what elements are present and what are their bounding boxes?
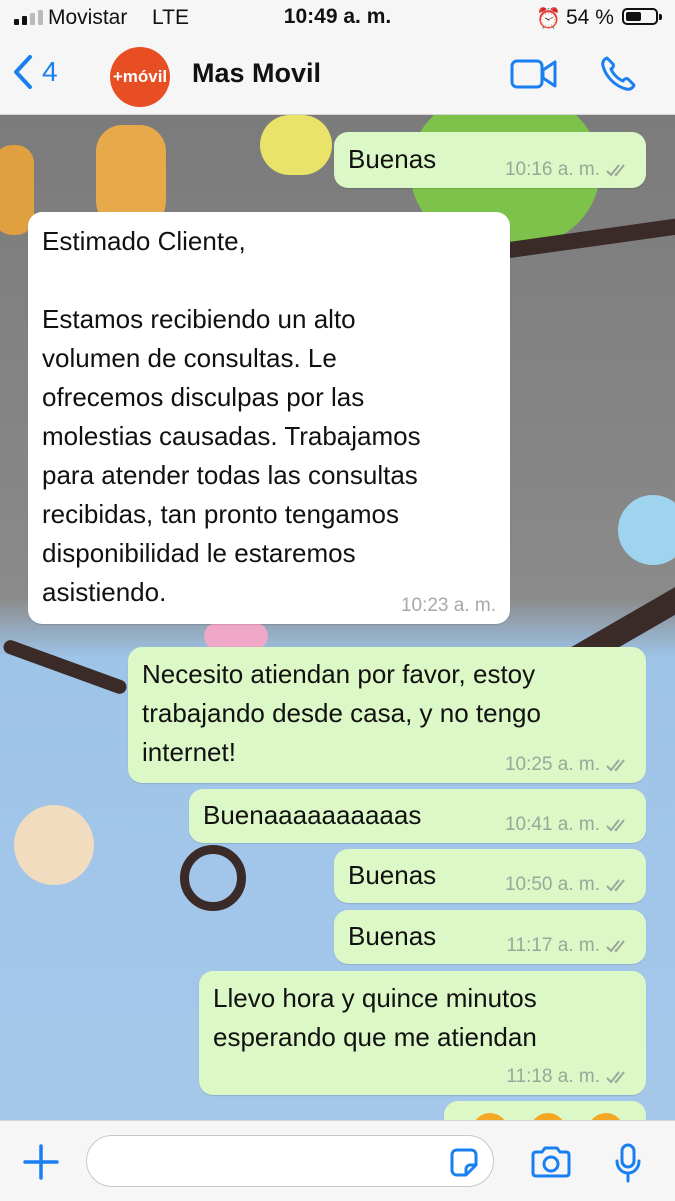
back-button[interactable]: 4 <box>12 54 58 90</box>
message-bubble[interactable]: Buenas 10:50 a. m. <box>334 849 646 903</box>
unread-count: 4 <box>42 56 58 87</box>
message-bubble[interactable]: Estimado Cliente, Estamos recibiendo un … <box>28 212 510 624</box>
avatar[interactable]: +móvil <box>110 47 170 107</box>
wallpaper-flower <box>618 495 675 565</box>
status-bar: Movistar LTE 10:49 a. m. ⏰ 54 % <box>0 0 675 38</box>
contact-name[interactable]: Mas Movil <box>192 58 321 89</box>
message-bubble[interactable]: Necesito atiendan por favor, estoy traba… <box>128 647 646 783</box>
plus-icon <box>23 1144 59 1180</box>
message-time: 10:41 a. m. <box>504 814 600 835</box>
message-bubble[interactable]: Buenaaaaaaaaaas 10:41 a. m. <box>189 789 646 843</box>
wallpaper-bird <box>260 115 332 175</box>
alarm-icon: ⏰ <box>536 8 561 30</box>
battery-percentage: 54 % <box>566 6 614 29</box>
message-time: 10:25 a. m. <box>504 754 600 775</box>
message-bubble[interactable]: Llevo hora y quince minutos esperando qu… <box>199 971 646 1095</box>
microphone-button[interactable] <box>614 1143 642 1188</box>
message-time: 10:16 a. m. <box>504 159 600 180</box>
chevron-left-icon <box>14 55 32 89</box>
sticker-icon <box>450 1148 478 1177</box>
double-check-icon <box>606 164 625 177</box>
double-check-icon <box>606 819 625 832</box>
message-text: Llevo hora y quince minutos esperando qu… <box>213 983 537 1052</box>
chat-area[interactable]: Buenas 10:16 a. m. Estimado Cliente, Est… <box>0 115 675 1120</box>
message-time: 10:23 a. m. <box>400 595 496 616</box>
message-input[interactable] <box>86 1135 494 1187</box>
message-meta: 10:50 a. m. <box>505 875 632 895</box>
message-meta: 11:18 a. m. <box>506 1067 632 1087</box>
battery-icon <box>622 8 662 25</box>
chat-header: 4 +móvil Mas Movil <box>0 38 675 115</box>
wallpaper-flower <box>204 623 268 649</box>
message-time: 10:50 a. m. <box>504 874 600 895</box>
voice-call-button[interactable] <box>598 54 638 99</box>
message-bubble-partial[interactable] <box>444 1101 646 1120</box>
input-bar <box>0 1120 675 1201</box>
double-check-icon <box>606 759 625 772</box>
message-meta: 10:41 a. m. <box>505 815 632 835</box>
message-time: 11:18 a. m. <box>506 1066 600 1087</box>
message-meta: 10:16 a. m. <box>505 160 632 180</box>
camera-icon <box>531 1146 571 1178</box>
sticker-button[interactable] <box>448 1147 480 1184</box>
message-time: 11:17 a. m. <box>506 935 600 956</box>
video-call-icon <box>510 59 557 89</box>
message-bubble[interactable]: Buenas 11:17 a. m. <box>334 910 646 964</box>
phone-icon <box>601 56 636 91</box>
emoji-row <box>472 1113 624 1120</box>
message-meta: 10:23 a. m. <box>401 596 496 616</box>
camera-button[interactable] <box>530 1145 572 1184</box>
message-meta: 10:25 a. m. <box>505 755 632 775</box>
wallpaper-branch <box>1 638 129 696</box>
double-check-icon <box>606 940 625 953</box>
wallpaper-swirl <box>180 845 246 911</box>
microphone-icon <box>615 1143 641 1183</box>
video-call-button[interactable] <box>510 58 558 95</box>
double-check-icon <box>606 879 625 892</box>
avatar-logo-text: +móvil <box>112 67 168 86</box>
wallpaper-flower <box>14 805 94 885</box>
double-check-icon <box>606 1071 625 1084</box>
message-meta: 11:17 a. m. <box>506 936 632 956</box>
attach-button[interactable] <box>22 1143 60 1186</box>
message-text: Estimado Cliente, Estamos recibiendo un … <box>42 226 421 607</box>
message-bubble[interactable]: Buenas 10:16 a. m. <box>334 132 646 188</box>
